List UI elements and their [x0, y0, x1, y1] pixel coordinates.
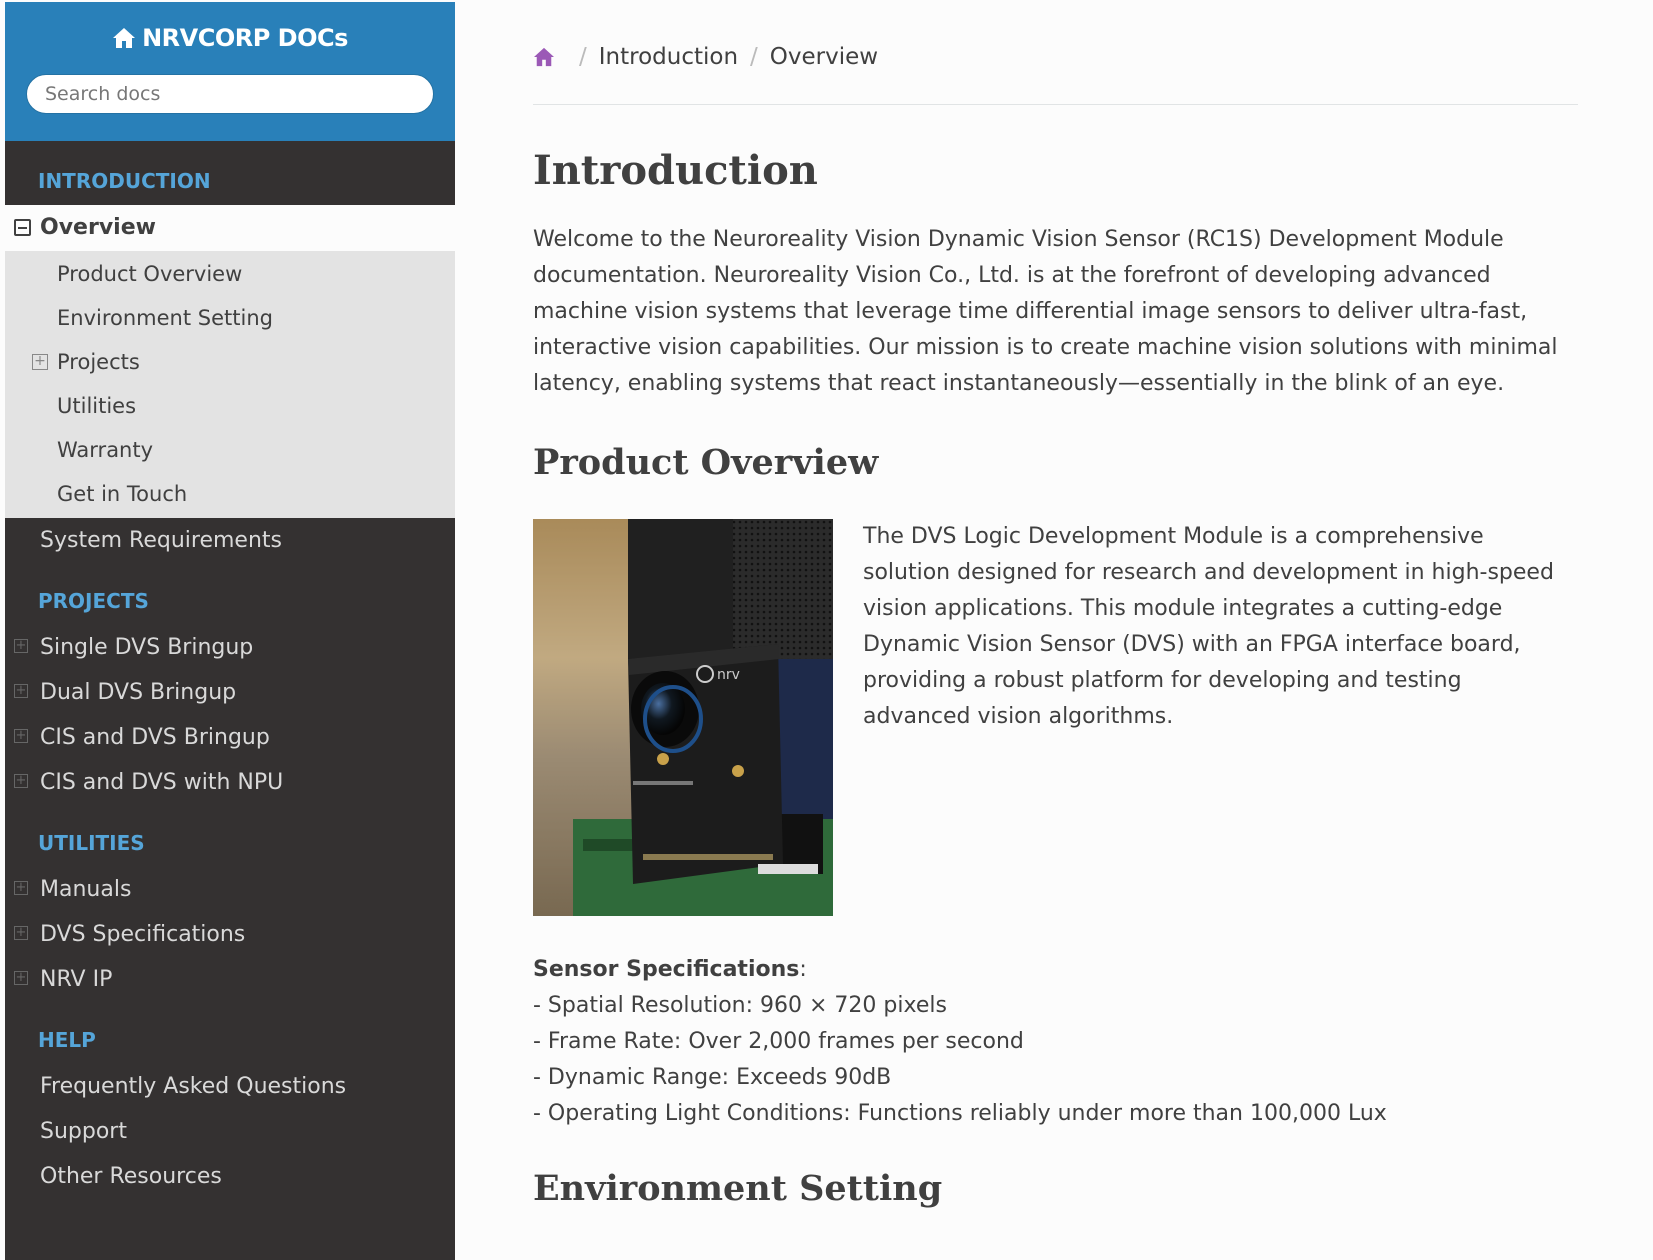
- nav-item-faq[interactable]: Frequently Asked Questions: [5, 1064, 455, 1109]
- nav-sub-item-get-in-touch[interactable]: Get in Touch: [5, 472, 455, 516]
- search-input[interactable]: [26, 74, 434, 114]
- brand-link[interactable]: NRVCORP DOCs: [112, 24, 348, 52]
- nav-item-single-dvs-bringup[interactable]: + Single DVS Bringup: [5, 625, 455, 670]
- nav-item-dvs-specifications[interactable]: + DVS Specifications: [5, 912, 455, 957]
- main-content: / Introduction / Overview Introduction W…: [533, 0, 1578, 1209]
- expand-icon[interactable]: +: [32, 354, 48, 370]
- intro-paragraph: Welcome to the Neuroreality Vision Dynam…: [533, 227, 1558, 396]
- spec-line: - Spatial Resolution: 960 × 720 pixels: [533, 993, 947, 1018]
- section-caption-introduction: INTRODUCTION: [38, 169, 211, 193]
- expand-icon[interactable]: +: [14, 729, 28, 743]
- nav-sub-item-product-overview[interactable]: Product Overview: [5, 252, 455, 296]
- board-logo-text: nrv: [717, 667, 740, 683]
- specs-colon: :: [799, 957, 807, 982]
- product-image: nrv: [533, 519, 833, 916]
- spec-line: - Dynamic Range: Exceeds 90dB: [533, 1065, 892, 1090]
- home-icon: [113, 28, 136, 48]
- page-title: Introduction: [533, 147, 818, 194]
- breadcrumb-introduction[interactable]: Introduction: [599, 44, 738, 70]
- product-overview-paragraph: The DVS Logic Development Module is a co…: [863, 524, 1554, 729]
- nav-sub-item-environment-setting[interactable]: Environment Setting: [5, 296, 455, 340]
- nav-item-nrv-ip[interactable]: + NRV IP: [5, 957, 455, 1002]
- spec-line: - Operating Light Conditions: Functions …: [533, 1101, 1387, 1126]
- nav-sub-item-projects[interactable]: + Projects: [5, 340, 455, 384]
- breadcrumb-divider: [533, 104, 1578, 105]
- specs-heading-line: Sensor Specifications:: [533, 952, 1578, 988]
- nav-item-label: Overview: [40, 215, 156, 240]
- nav-item-other-resources[interactable]: Other Resources: [5, 1154, 455, 1199]
- section-heading-environment-setting: Environment Setting: [533, 1168, 943, 1209]
- sidebar: NRVCORP DOCs INTRODUCTION Overview Produ…: [5, 2, 455, 1260]
- expand-icon[interactable]: +: [14, 684, 28, 698]
- nav-item-overview-current[interactable]: Overview: [5, 205, 455, 251]
- nav-item-cis-dvs-bringup[interactable]: + CIS and DVS Bringup: [5, 715, 455, 760]
- collapse-icon[interactable]: [14, 219, 31, 236]
- breadcrumb-separator: /: [579, 44, 587, 70]
- nav-sub-item-utilities[interactable]: Utilities: [5, 384, 455, 428]
- spec-line: - Frame Rate: Over 2,000 frames per seco…: [533, 1029, 1024, 1054]
- nav-item-system-requirements[interactable]: System Requirements: [5, 518, 455, 563]
- dvs-module-photo: nrv: [533, 519, 833, 916]
- home-icon[interactable]: [533, 47, 555, 67]
- product-overview-block: nrv The DVS Logic Development Module is …: [533, 519, 1578, 916]
- overview-sublist: Product Overview Environment Setting + P…: [5, 251, 455, 518]
- section-heading-product-overview: Product Overview: [533, 442, 879, 483]
- expand-icon[interactable]: +: [14, 971, 28, 985]
- expand-icon[interactable]: +: [14, 774, 28, 788]
- specs-heading: Sensor Specifications: [533, 957, 800, 982]
- expand-icon[interactable]: +: [14, 926, 28, 940]
- breadcrumb-separator: /: [750, 44, 758, 70]
- sensor-specifications: Sensor Specifications: - Spatial Resolut…: [533, 952, 1578, 1132]
- nav-item-manuals[interactable]: + Manuals: [5, 867, 455, 912]
- section-caption-projects: PROJECTS: [38, 589, 149, 613]
- nav-item-dual-dvs-bringup[interactable]: + Dual DVS Bringup: [5, 670, 455, 715]
- nav-item-cis-dvs-npu[interactable]: + CIS and DVS with NPU: [5, 760, 455, 805]
- expand-icon[interactable]: +: [14, 639, 28, 653]
- expand-icon[interactable]: +: [14, 881, 28, 895]
- breadcrumb-overview: Overview: [769, 44, 879, 70]
- breadcrumb: / Introduction / Overview: [533, 44, 1578, 70]
- brand-label: NRVCORP DOCs: [142, 24, 348, 52]
- section-caption-help: HELP: [38, 1028, 96, 1052]
- section-caption-utilities: UTILITIES: [38, 831, 145, 855]
- nav-item-support[interactable]: Support: [5, 1109, 455, 1154]
- sidebar-header: NRVCORP DOCs: [5, 2, 455, 141]
- nav-sub-item-warranty[interactable]: Warranty: [5, 428, 455, 472]
